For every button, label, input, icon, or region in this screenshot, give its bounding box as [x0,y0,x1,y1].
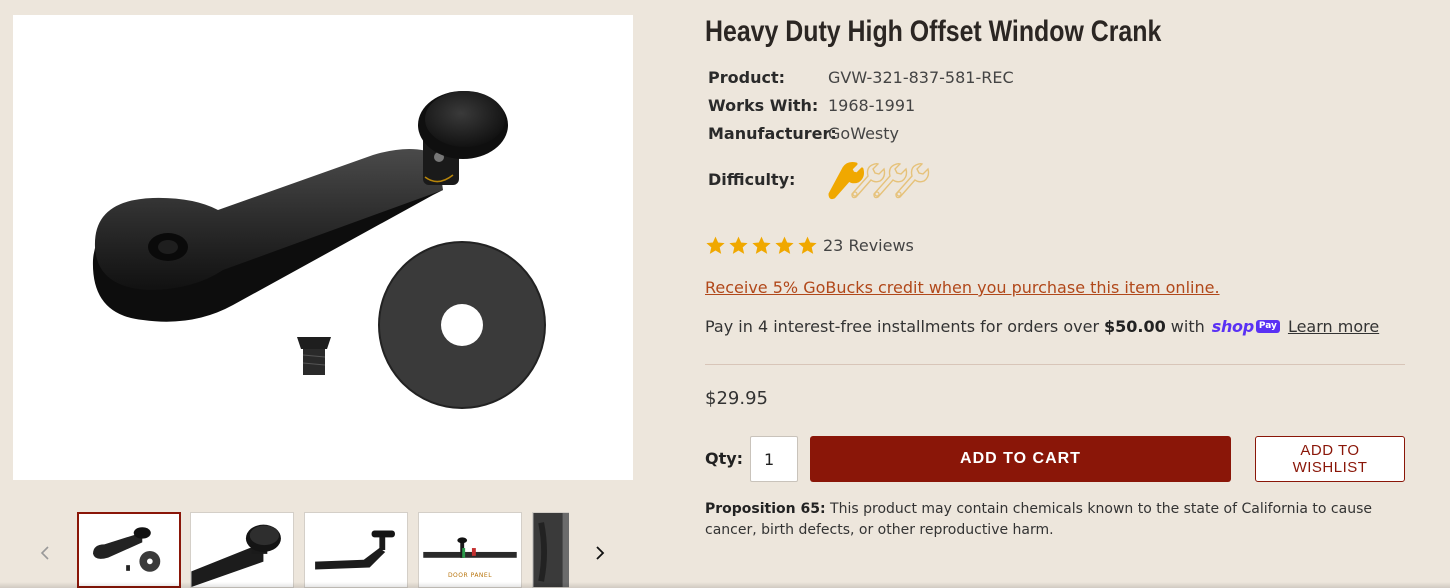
shop-pay-logo: shop Pay [1212,317,1280,336]
shop-pay-badge: Pay [1255,320,1280,333]
installments-text: Pay in 4 interest-free installments for … [705,317,1100,336]
star-rating[interactable]: 23 Reviews [705,234,914,256]
window-crank-photo [92,91,546,409]
product-title: Heavy Duty High Offset Window Crank [705,15,1162,48]
chevron-right-icon [596,546,605,560]
gobucks-credit-link[interactable]: Receive 5% GoBucks credit when you purch… [705,278,1220,297]
star-icon [729,236,748,254]
prop65-label: Proposition 65: [705,501,826,517]
qty-label: Qty: [705,449,744,468]
spec-label: Manufacturer: [708,124,837,143]
spec-label: Product: [708,68,785,87]
wrench-icon [828,162,864,200]
thumbnail-2[interactable] [190,512,294,588]
shop-pay-wordmark: shop [1211,317,1254,336]
thumbnail-prev-arrow[interactable] [35,541,55,565]
thumbnail-next-arrow[interactable] [590,541,610,565]
divider [705,364,1405,365]
difficulty-label: Difficulty: [708,170,796,189]
thumbnail-strip: DOOR PANEL [77,512,569,588]
spec-value: GVW-321-837-581-REC [828,68,1014,87]
thumbnail-4[interactable]: DOOR PANEL [418,512,522,588]
installments-threshold: $50.00 [1104,317,1166,336]
star-icon [706,236,725,254]
chevron-left-icon [40,546,49,560]
shop-pay-installments: Pay in 4 interest-free installments for … [705,317,1379,336]
thumbnail-5[interactable] [532,512,569,588]
product-price: $29.95 [705,388,768,409]
add-to-cart-button[interactable]: ADD TO CART [810,436,1231,482]
difficulty-rating [828,162,930,200]
star-icon [798,236,817,254]
learn-more-link[interactable]: Learn more [1288,317,1379,336]
main-product-image[interactable] [13,15,633,480]
installments-suffix: with [1170,317,1205,336]
wrench-outline-icon [895,162,930,199]
star-icon [752,236,771,254]
spec-label: Works With: [708,96,819,115]
thumbnail-1[interactable] [77,512,181,588]
add-to-wishlist-button[interactable]: ADD TO WISHLIST [1255,436,1405,482]
thumbnail-3[interactable] [304,512,408,588]
prop65-notice: Proposition 65: This product may contain… [705,499,1405,541]
spec-value: 1968-1991 [828,96,916,115]
quantity-input[interactable] [750,436,798,482]
wrench-outline-icon [873,162,908,199]
review-count-link[interactable]: 23 Reviews [823,236,914,255]
page-bottom-shadow [0,582,1450,588]
thumbnail-caption: DOOR PANEL [447,572,493,579]
spec-value: GoWesty [828,124,899,143]
star-icon [775,236,794,254]
